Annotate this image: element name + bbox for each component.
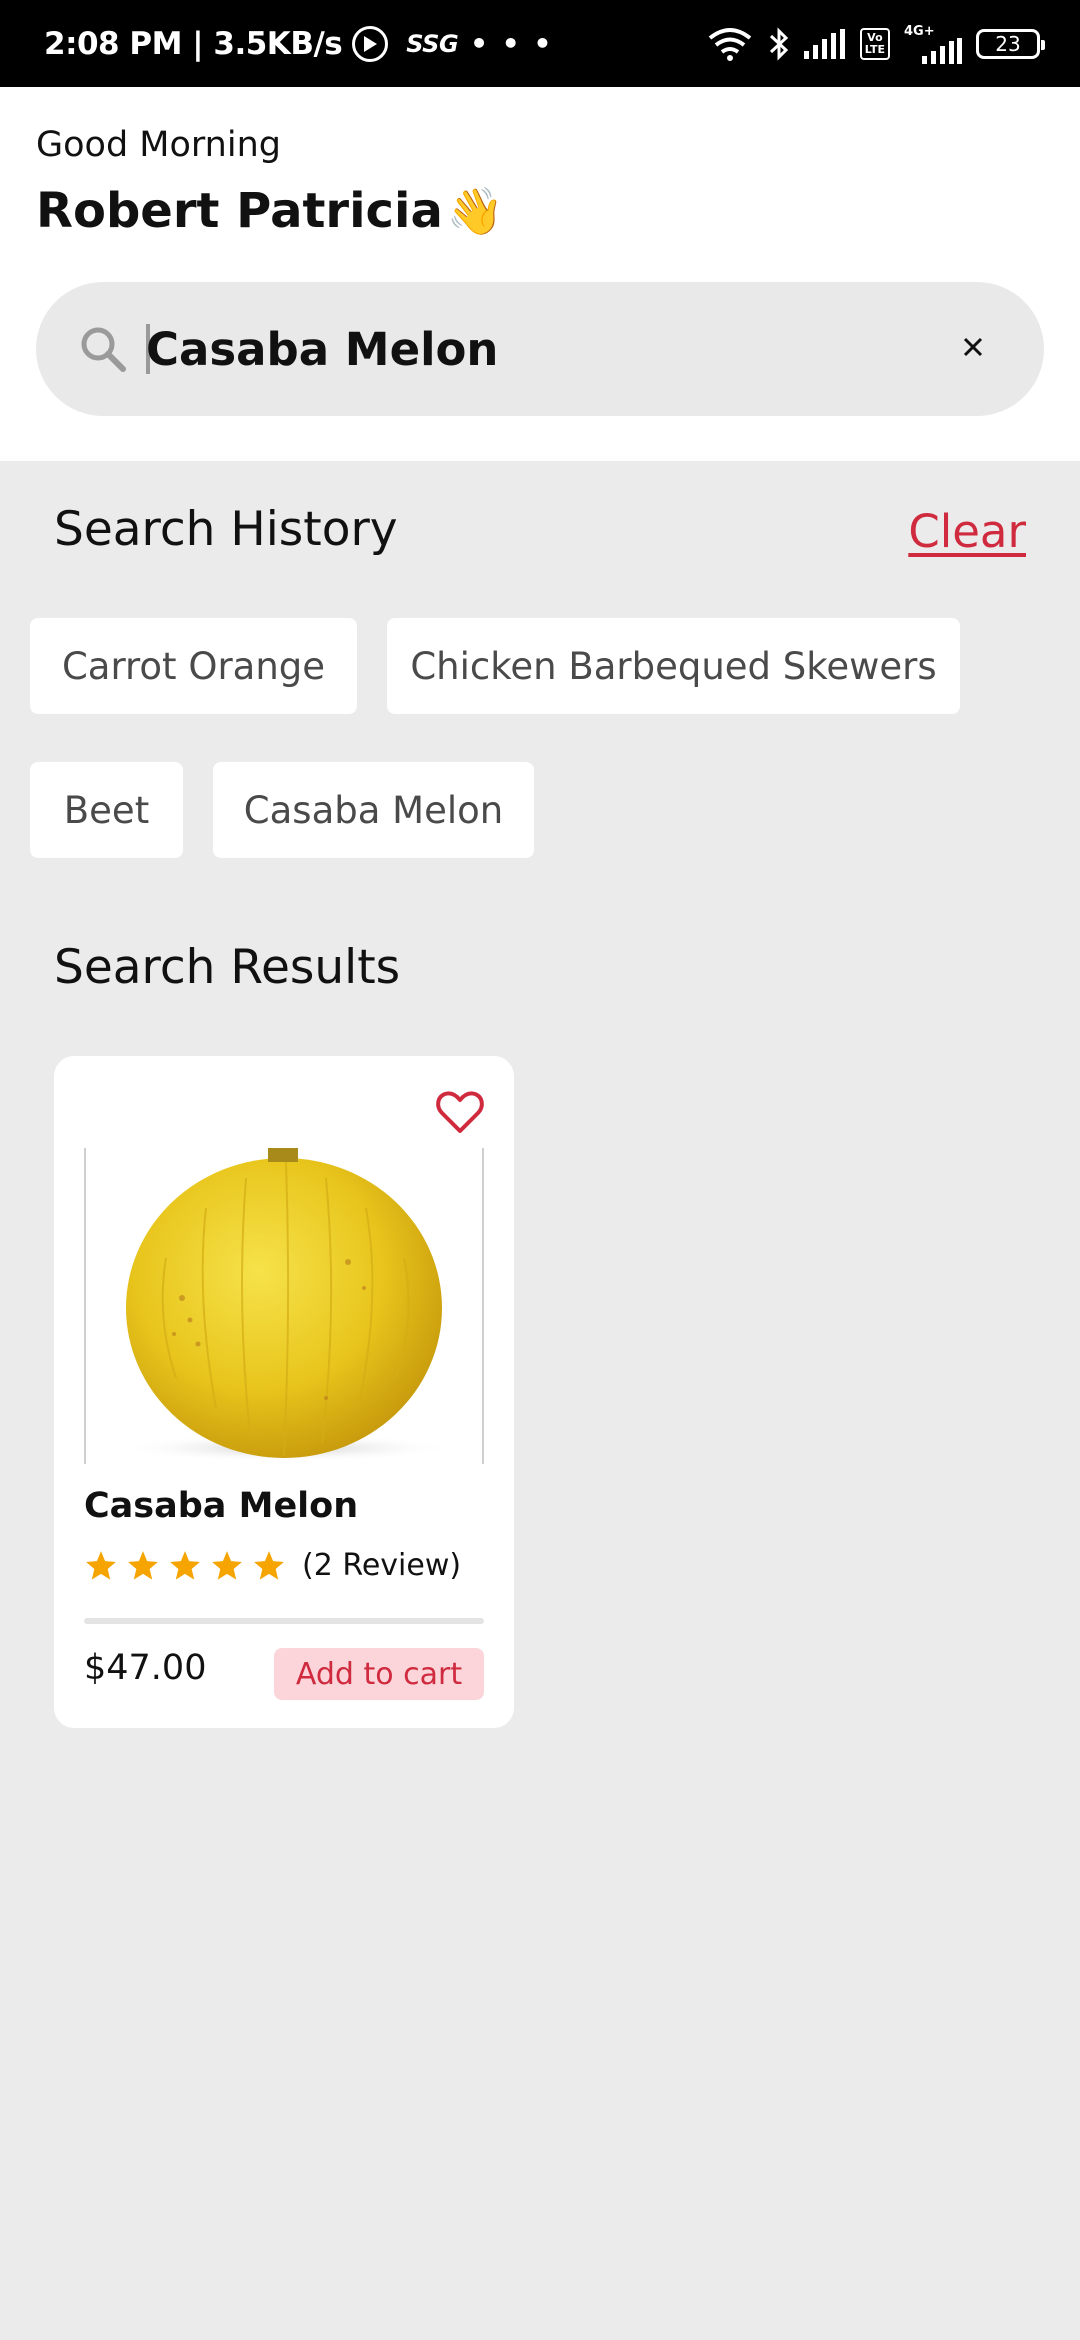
star-icon (212, 1550, 242, 1580)
signal-icon (803, 28, 845, 59)
card-divider (84, 1618, 484, 1624)
search-bar[interactable] (36, 282, 1044, 416)
battery-icon: 23 (976, 28, 1045, 59)
review-count: (2 Review) (302, 1548, 462, 1583)
volte-line2: LTE (864, 42, 885, 56)
product-name: Casaba Melon (84, 1486, 359, 1526)
more-notifications-icon: • • • (470, 27, 554, 60)
status-left: 2:08 PM | 3.5KB/s SSG • • • (44, 0, 553, 87)
greeting-text: Good Morning (36, 125, 281, 165)
search-results-title: Search Results (54, 940, 401, 995)
wifi-icon (708, 27, 752, 61)
bluetooth-icon (769, 26, 788, 61)
status-right: Vo LTE 4G+ 23 (706, 0, 1045, 87)
search-history-title: Search History (54, 502, 398, 557)
add-to-cart-button[interactable]: Add to cart (274, 1648, 484, 1700)
user-name-text: Robert Patricia (36, 183, 443, 239)
history-chip[interactable]: Chicken Barbequed Skewers (387, 618, 960, 714)
star-icon (128, 1550, 158, 1580)
volte-line1: Vo (867, 30, 883, 44)
status-network-speed: 3.5KB/s (213, 25, 343, 62)
volte-icon: Vo LTE (859, 27, 890, 60)
history-chip[interactable]: Beet (30, 762, 183, 858)
heart-icon[interactable] (434, 1086, 486, 1138)
star-icon (86, 1550, 116, 1580)
signal-4g-icon (922, 37, 962, 64)
melon-image (116, 1148, 456, 1462)
status-carrier-tag: SSG (406, 29, 459, 58)
user-name: Robert Patricia 👋 (36, 183, 504, 239)
close-icon[interactable] (958, 332, 988, 362)
status-bar: 2:08 PM | 3.5KB/s SSG • • • Vo LTE 4G+ 2… (0, 0, 1080, 87)
star-icon (170, 1550, 200, 1580)
history-chip[interactable]: Casaba Melon (213, 762, 534, 858)
clear-history-link[interactable]: Clear (908, 505, 1026, 558)
search-icon (81, 327, 126, 372)
status-separator: | (181, 25, 214, 62)
product-card[interactable]: Casaba Melon (2 Review) $47.00 Add to ca… (54, 1056, 514, 1728)
header: Good Morning Robert Patricia 👋 (0, 87, 1080, 461)
product-price: $47.00 (84, 1648, 207, 1688)
network-type-label: 4G+ (904, 23, 935, 39)
battery-level: 23 (995, 31, 1021, 56)
rating-row: (2 Review) (84, 1548, 461, 1583)
product-image[interactable] (84, 1148, 484, 1464)
wave-hand-icon: 👋 (446, 183, 505, 238)
history-chip[interactable]: Carrot Orange (30, 618, 357, 714)
play-icon (352, 25, 389, 62)
star-icon (254, 1550, 284, 1580)
status-time: 2:08 PM (44, 25, 182, 62)
search-input[interactable] (146, 282, 946, 416)
network-type-group: 4G+ (904, 24, 962, 64)
